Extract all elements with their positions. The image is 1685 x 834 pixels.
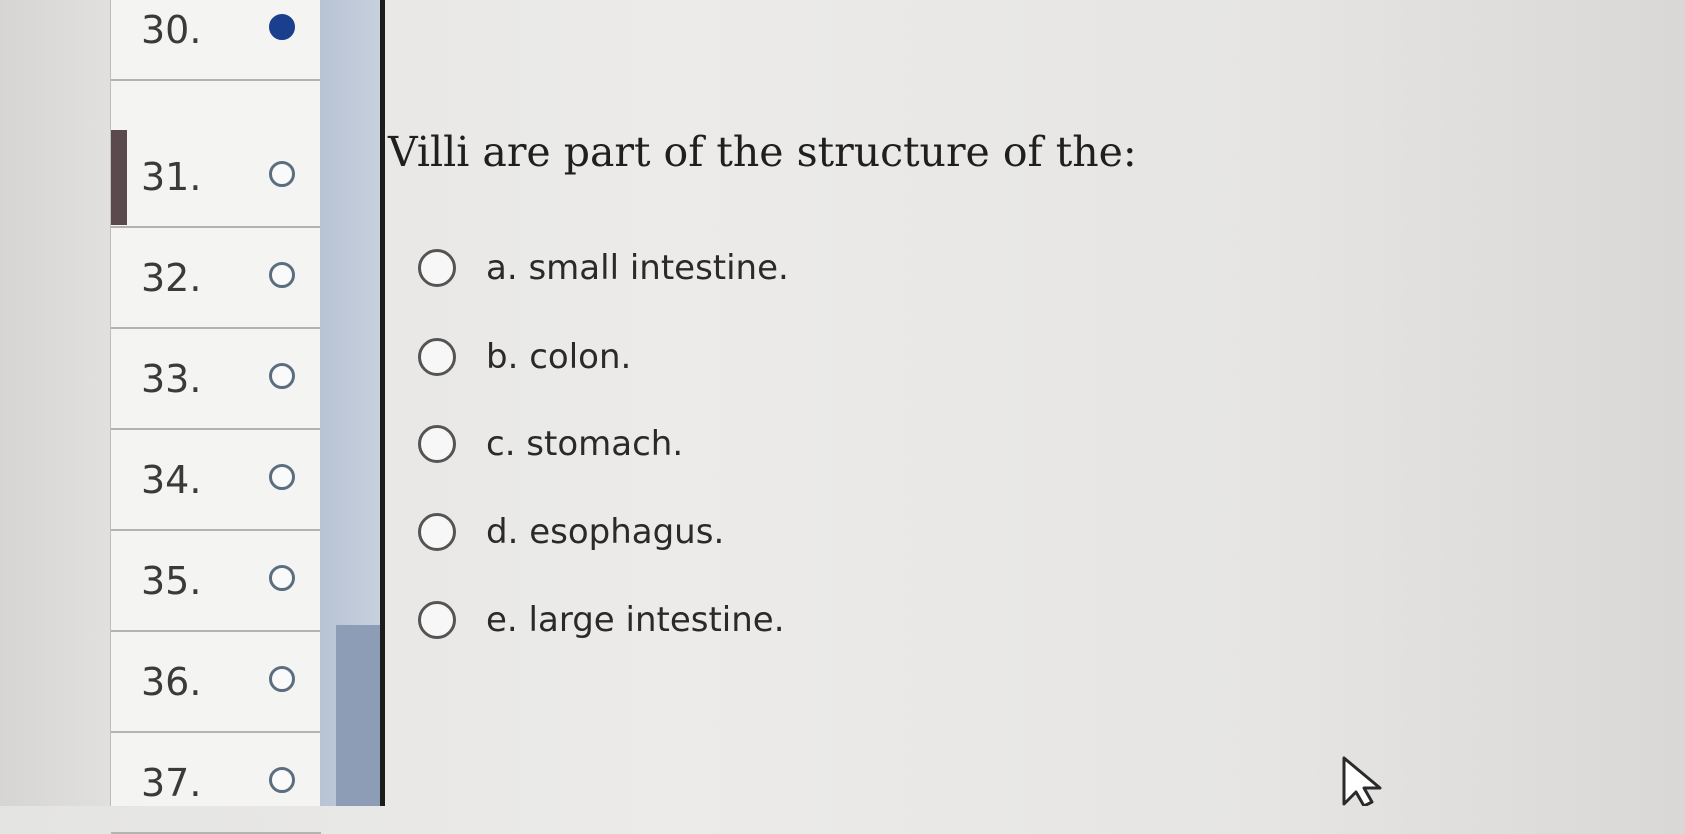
panel-divider bbox=[380, 0, 385, 806]
answer-label: c. stomach. bbox=[486, 424, 684, 464]
status-circle-icon bbox=[269, 262, 295, 288]
nav-item-37[interactable]: 37. bbox=[111, 733, 321, 834]
question-text: Villi are part of the structure of the: bbox=[388, 128, 1137, 176]
nav-item-number: 37. bbox=[141, 761, 202, 805]
nav-item-number: 34. bbox=[141, 458, 202, 502]
nav-item-33[interactable]: 33. bbox=[111, 329, 321, 430]
status-circle-icon bbox=[269, 767, 295, 793]
radio-button-icon[interactable] bbox=[418, 425, 456, 463]
nav-item-number: 32. bbox=[141, 256, 202, 300]
nav-item-31[interactable]: 31. bbox=[111, 127, 321, 228]
status-circle-icon bbox=[269, 161, 295, 187]
answered-indicator-icon bbox=[269, 14, 295, 40]
nav-item-32[interactable]: 32. bbox=[111, 228, 321, 329]
radio-button-icon[interactable] bbox=[418, 513, 456, 551]
question-navigator: 30. 31. 32. 33. 34. 35. 36. 37. bbox=[110, 0, 321, 834]
nav-item-number: 35. bbox=[141, 559, 202, 603]
nav-item-number: 33. bbox=[141, 357, 202, 401]
status-circle-icon bbox=[269, 666, 295, 692]
nav-item-36[interactable]: 36. bbox=[111, 632, 321, 733]
status-circle-icon bbox=[269, 565, 295, 591]
answer-option-e[interactable]: e. large intestine. bbox=[418, 594, 785, 646]
answer-label: a. small intestine. bbox=[486, 248, 789, 288]
nav-scrollbar-thumb[interactable] bbox=[336, 625, 380, 806]
status-circle-icon bbox=[269, 464, 295, 490]
left-margin bbox=[0, 0, 110, 806]
answer-label: d. esophagus. bbox=[486, 512, 725, 552]
nav-item-number: 31. bbox=[141, 155, 202, 199]
answer-option-d[interactable]: d. esophagus. bbox=[418, 506, 724, 558]
nav-item-number: 36. bbox=[141, 660, 202, 704]
mouse-pointer-icon bbox=[1342, 756, 1382, 806]
answer-option-a[interactable]: a. small intestine. bbox=[418, 242, 789, 294]
answer-option-b[interactable]: b. colon. bbox=[418, 331, 631, 383]
answer-option-c[interactable]: c. stomach. bbox=[418, 418, 683, 470]
nav-item-number: 30. bbox=[141, 8, 202, 52]
status-circle-icon bbox=[269, 363, 295, 389]
answer-label: b. colon. bbox=[486, 337, 632, 377]
radio-button-icon[interactable] bbox=[418, 338, 456, 376]
nav-item-34[interactable]: 34. bbox=[111, 430, 321, 531]
nav-item-35[interactable]: 35. bbox=[111, 531, 321, 632]
radio-button-icon[interactable] bbox=[418, 601, 456, 639]
answer-label: e. large intestine. bbox=[486, 600, 785, 640]
radio-button-icon[interactable] bbox=[418, 249, 456, 287]
nav-item-30[interactable]: 30. bbox=[111, 0, 321, 81]
